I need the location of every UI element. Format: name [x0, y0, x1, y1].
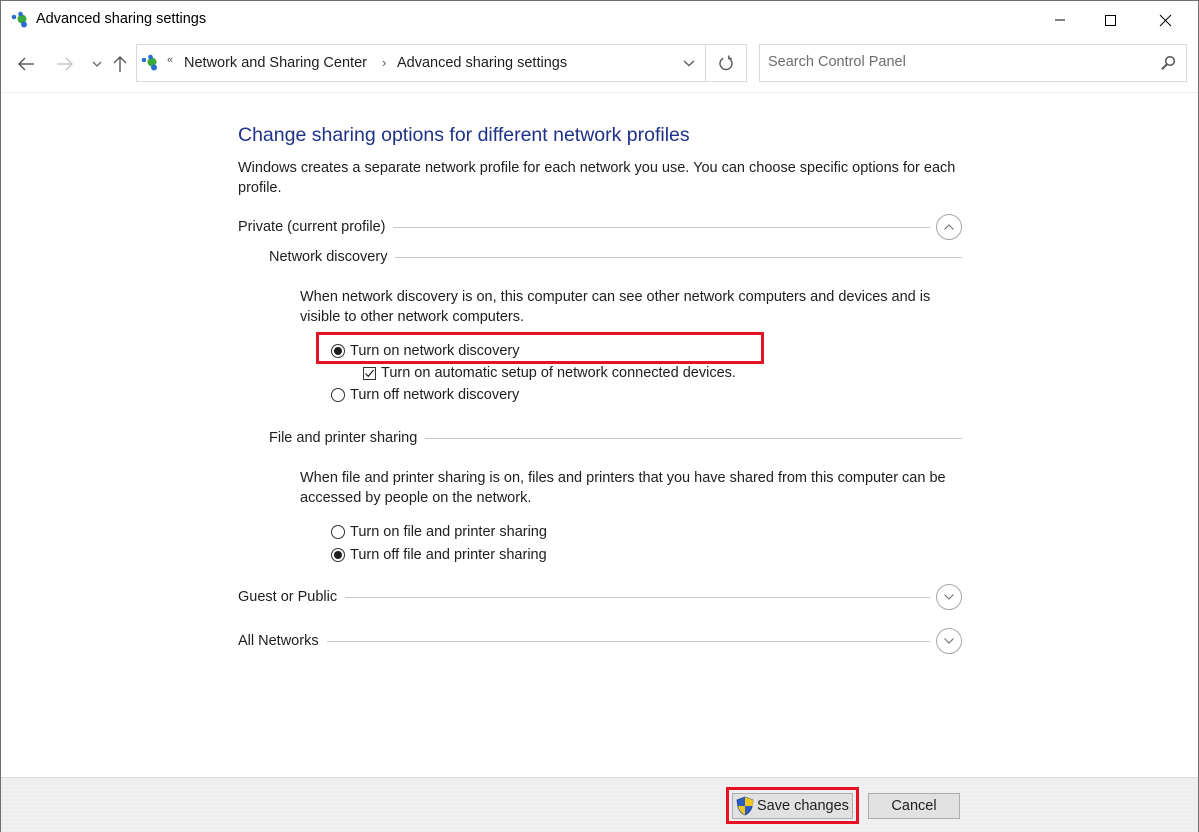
file-printer-sharing-header: File and printer sharing	[269, 426, 962, 450]
radio-button-selected[interactable]	[331, 548, 345, 562]
divider-line	[326, 640, 930, 642]
maximize-icon	[1104, 14, 1116, 26]
file-printer-sharing-description: When file and printer sharing is on, fil…	[300, 470, 946, 506]
radio-button[interactable]	[331, 388, 345, 402]
breadcrumb-network-and-sharing-center[interactable]: Network and Sharing Center	[184, 55, 367, 71]
radio-turn-on-file-printer-sharing[interactable]: Turn on file and printer sharing	[331, 522, 547, 542]
page-title: Change sharing options for different net…	[238, 124, 690, 146]
footer-bar: Save changes Cancel	[1, 777, 1198, 832]
option-label: Turn on network discovery	[350, 343, 520, 359]
radio-turn-off-network-discovery[interactable]: Turn off network discovery	[331, 385, 519, 405]
refresh-icon	[719, 55, 733, 71]
search-box[interactable]	[759, 44, 1187, 82]
up-button[interactable]	[108, 51, 132, 77]
maximize-button[interactable]	[1087, 1, 1133, 39]
network-icon	[141, 54, 157, 71]
search-icon[interactable]	[1160, 55, 1176, 71]
radio-turn-off-file-printer-sharing[interactable]: Turn off file and printer sharing	[331, 545, 547, 565]
option-label: Turn off network discovery	[350, 387, 520, 403]
checkmark-icon	[365, 369, 374, 377]
minimize-button[interactable]	[1037, 1, 1083, 39]
window: Advanced sharing settings « Network and …	[0, 0, 1199, 832]
profile-private-label: Private (current profile)	[238, 219, 386, 235]
radio-button-selected[interactable]	[331, 344, 345, 358]
arrow-right-icon	[57, 57, 73, 71]
search-input[interactable]	[768, 54, 1148, 70]
divider-line	[395, 256, 962, 258]
back-button[interactable]	[14, 51, 38, 77]
refresh-button[interactable]	[705, 45, 746, 81]
chevron-down-icon	[944, 638, 954, 644]
checkbox-automatic-setup[interactable]: Turn on automatic setup of network conne…	[363, 363, 736, 383]
chevron-down-icon	[683, 60, 695, 67]
network-icon	[11, 11, 27, 28]
expand-guest-public-button[interactable]	[936, 584, 962, 610]
chevron-down-icon	[944, 594, 954, 600]
chevron-up-icon	[944, 224, 954, 230]
save-changes-label: Save changes	[757, 798, 849, 814]
profile-guest-public-label: Guest or Public	[238, 589, 338, 605]
breadcrumb-separator[interactable]: ›	[382, 55, 386, 70]
arrow-left-icon	[18, 57, 34, 71]
checkbox-checked[interactable]	[363, 366, 376, 380]
cancel-button[interactable]: Cancel	[868, 793, 960, 819]
network-discovery-header: Network discovery	[269, 245, 962, 269]
profile-all-networks-label: All Networks	[238, 633, 319, 649]
minimize-icon	[1055, 19, 1065, 21]
profile-all-networks-header[interactable]: All Networks	[238, 628, 962, 654]
divider-line	[425, 437, 962, 439]
window-title: Advanced sharing settings	[36, 11, 207, 27]
network-discovery-description: When network discovery is on, this compu…	[300, 289, 931, 325]
forward-button[interactable]	[53, 51, 77, 77]
close-icon	[1159, 14, 1171, 26]
profile-guest-public-header[interactable]: Guest or Public	[238, 584, 962, 610]
title-bar: Advanced sharing settings	[1, 1, 1198, 39]
breadcrumb-overflow-button[interactable]: «	[167, 54, 173, 66]
chevron-down-icon	[92, 61, 102, 67]
profile-private-header[interactable]: Private (current profile)	[238, 214, 962, 240]
divider-line	[345, 596, 930, 598]
option-label: Turn on automatic setup of network conne…	[381, 365, 736, 381]
content-area: Change sharing options for different net…	[1, 93, 1198, 777]
arrow-up-icon	[113, 56, 127, 72]
divider-line	[393, 226, 930, 228]
save-changes-button[interactable]: Save changes	[732, 793, 853, 819]
option-label: Turn off file and printer sharing	[350, 547, 547, 563]
intro-text: Windows creates a separate network profi…	[238, 160, 956, 196]
uac-shield-icon	[736, 796, 754, 816]
close-button[interactable]	[1142, 1, 1188, 39]
option-label: Turn on file and printer sharing	[350, 524, 547, 540]
file-printer-sharing-label: File and printer sharing	[269, 430, 418, 446]
address-dropdown-button[interactable]	[673, 45, 705, 81]
radio-button[interactable]	[331, 525, 345, 539]
network-discovery-label: Network discovery	[269, 249, 388, 265]
expand-all-networks-button[interactable]	[936, 628, 962, 654]
recent-locations-button[interactable]	[85, 51, 109, 77]
collapse-private-button[interactable]	[936, 214, 962, 240]
radio-turn-on-network-discovery[interactable]: Turn on network discovery	[331, 341, 520, 361]
breadcrumb-advanced-sharing-settings[interactable]: Advanced sharing settings	[397, 55, 567, 71]
address-bar[interactable]: « Network and Sharing Center › Advanced …	[136, 44, 747, 82]
